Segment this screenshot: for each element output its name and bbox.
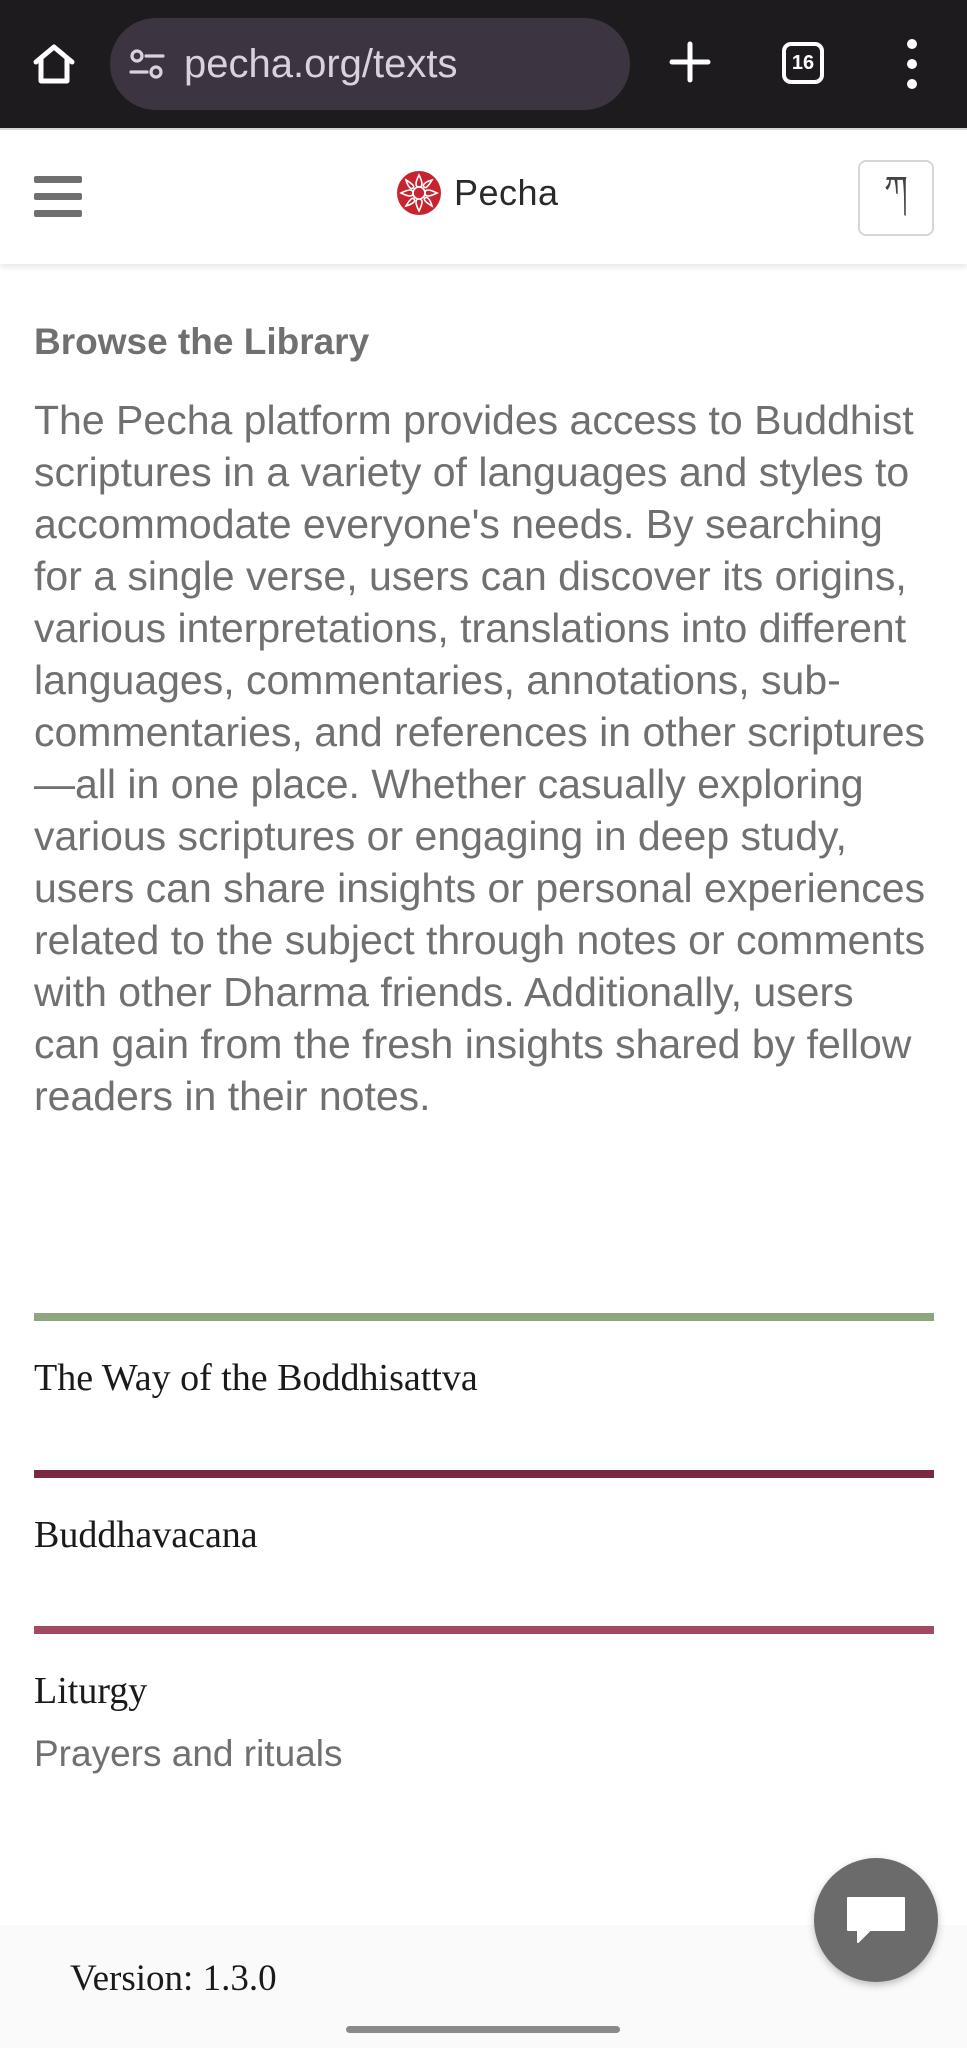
category-title[interactable]: Liturgy [34, 1668, 934, 1714]
site-settings-icon[interactable] [128, 46, 166, 82]
brand[interactable]: Pecha [396, 166, 559, 220]
category-divider [34, 1313, 934, 1321]
category-buddhavacana[interactable]: Buddhavacana [34, 1470, 934, 1558]
menu-icon[interactable] [34, 176, 82, 218]
more-options-icon[interactable] [894, 36, 930, 92]
gesture-navigation-bar[interactable] [346, 2026, 620, 2033]
browser-toolbar: pecha.org/texts 16 [0, 0, 967, 128]
chat-button[interactable] [814, 1858, 938, 1982]
brand-name: Pecha [454, 172, 559, 213]
category-title[interactable]: Buddhavacana [34, 1512, 934, 1558]
category-subtitle: Prayers and rituals [34, 1733, 343, 1774]
language-toggle-label: ཀ [884, 169, 908, 209]
intro-paragraph: The Pecha platform provides access to Bu… [34, 397, 926, 1119]
chat-bubble-icon [847, 1897, 905, 1943]
new-tab-icon[interactable] [664, 36, 716, 88]
url-text[interactable]: pecha.org/texts [184, 38, 458, 90]
category-divider [34, 1626, 934, 1634]
tab-switcher-button[interactable]: 16 [782, 42, 824, 84]
page-title: Browse the Library [34, 321, 370, 362]
home-icon[interactable] [28, 38, 80, 90]
site-header: Pecha ཀ [0, 128, 967, 264]
address-bar[interactable]: pecha.org/texts [110, 18, 630, 110]
version-label: Version: 1.3.0 [70, 1958, 277, 1999]
library-intro: Browse the Library The Pecha platform pr… [34, 300, 934, 1122]
category-title[interactable]: The Way of the Boddhisattva [34, 1355, 934, 1401]
pecha-logo-icon [397, 171, 441, 215]
category-way-of-the-boddhisattva[interactable]: The Way of the Boddhisattva [34, 1313, 934, 1401]
category-divider [34, 1470, 934, 1478]
category-liturgy[interactable]: Liturgy Prayers and rituals [34, 1626, 934, 1778]
language-toggle-button[interactable]: ཀ [858, 160, 934, 236]
tab-count-label: 16 [791, 51, 815, 74]
